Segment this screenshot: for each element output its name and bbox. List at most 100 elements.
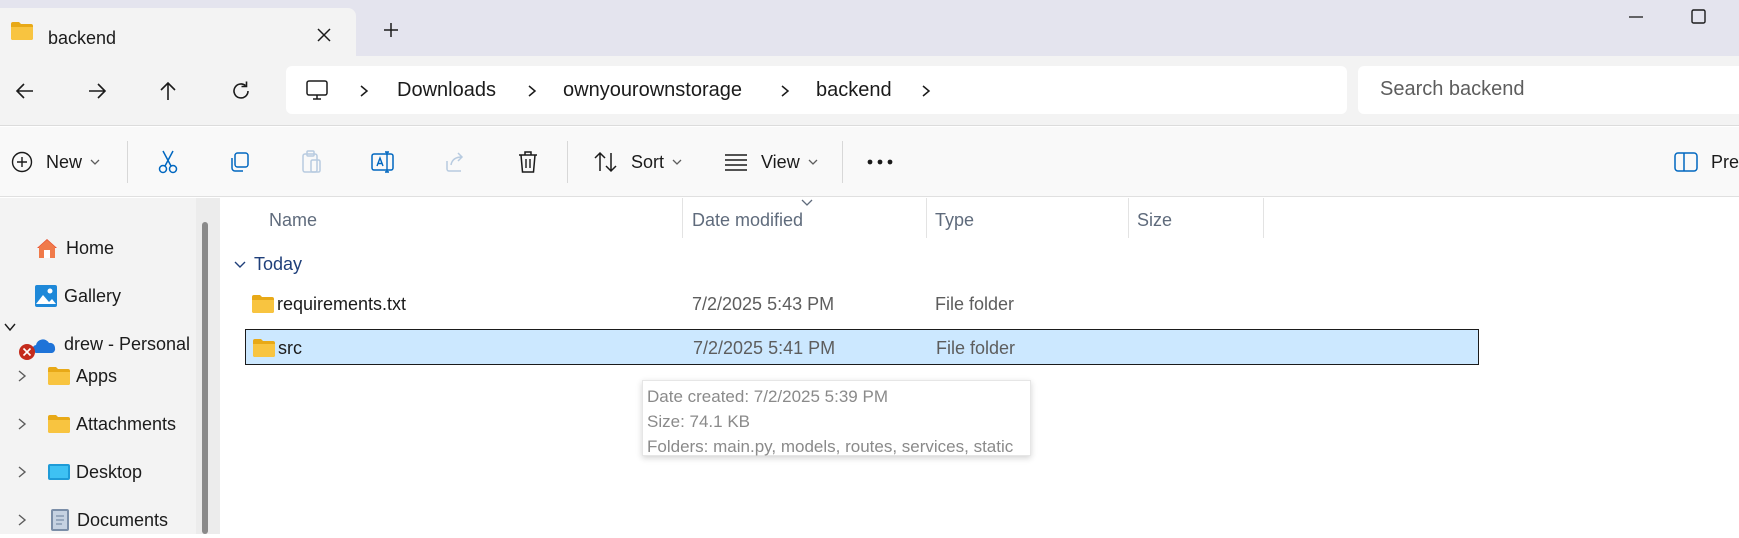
file-list: Name Date modified Type Size Today requi… xyxy=(220,198,1739,534)
sidebar-scrollbar-thumb[interactable] xyxy=(202,222,208,534)
column-divider[interactable] xyxy=(1263,198,1264,238)
view-button[interactable]: View xyxy=(723,147,818,177)
rename-button[interactable] xyxy=(370,147,396,177)
more-options-icon xyxy=(866,158,894,166)
chevron-right-icon[interactable] xyxy=(779,84,791,98)
column-divider[interactable] xyxy=(682,198,683,238)
share-button[interactable] xyxy=(443,147,467,177)
sidebar-item-gallery[interactable]: Gallery xyxy=(34,278,121,314)
minimize-icon[interactable] xyxy=(1622,8,1650,36)
this-pc-icon[interactable] xyxy=(305,78,329,102)
folder-icon xyxy=(252,337,276,359)
paste-button[interactable] xyxy=(299,147,323,177)
list-view-icon xyxy=(723,150,749,174)
column-header-type[interactable]: Type xyxy=(935,210,974,231)
sidebar-item-label: Apps xyxy=(76,365,118,386)
new-button[interactable]: New xyxy=(10,147,100,177)
sidebar-item-label: drew - Personal xyxy=(64,333,191,354)
breadcrumb-downloads[interactable]: Downloads xyxy=(397,79,496,102)
sidebar-item-desktop[interactable]: Desktop xyxy=(47,454,142,490)
gallery-icon xyxy=(34,284,58,308)
column-header-name[interactable]: Name xyxy=(269,210,317,231)
file-name: src xyxy=(278,338,302,358)
address-row: Downloads ownyourownstorage backend xyxy=(0,56,1739,126)
new-tab-icon[interactable] xyxy=(381,20,401,40)
documents-folder-icon xyxy=(49,508,71,532)
sidebar-item-label: Attachments xyxy=(76,413,177,434)
toolbar-separator xyxy=(127,141,128,183)
sidebar-item-apps[interactable]: Apps xyxy=(47,358,117,394)
chevron-right-icon[interactable] xyxy=(358,84,370,98)
toolbar-separator xyxy=(567,141,568,183)
chevron-right-icon[interactable] xyxy=(15,417,29,431)
chevron-right-icon[interactable] xyxy=(15,369,29,383)
copy-button[interactable] xyxy=(227,147,251,177)
group-header-today[interactable]: Today xyxy=(234,254,302,275)
up-arrow-icon[interactable] xyxy=(154,77,182,105)
column-header-size[interactable]: Size xyxy=(1137,210,1172,231)
sync-error-icon xyxy=(18,343,36,361)
sidebar-item-label: Documents xyxy=(77,509,169,530)
search-input[interactable] xyxy=(1380,78,1680,101)
table-row-selected[interactable]: src 7/2/2025 5:41 PM File folder xyxy=(245,329,1479,365)
file-date-modified: 7/2/2025 5:43 PM xyxy=(692,294,835,314)
sidebar-item-attachments[interactable]: Attachments xyxy=(47,406,176,442)
toolbar-separator xyxy=(842,141,843,183)
sidebar-item-home[interactable]: Home xyxy=(34,230,114,266)
file-type: File folder xyxy=(936,338,1016,358)
rename-icon xyxy=(370,150,396,174)
forward-arrow-icon[interactable] xyxy=(83,77,111,105)
tooltip-date-created: Date created: 7/2/2025 5:39 PM xyxy=(647,387,888,406)
folder-icon xyxy=(47,365,71,387)
sort-label: Sort xyxy=(631,151,665,172)
preview-pane-button[interactable]: Prev xyxy=(1673,147,1739,177)
breadcrumb-ownyourownstorage[interactable]: ownyourownstorage xyxy=(563,79,742,102)
table-row[interactable]: requirements.txt 7/2/2025 5:43 PM File f… xyxy=(245,286,1479,322)
chevron-down-icon[interactable] xyxy=(3,320,17,334)
file-name: requirements.txt xyxy=(277,294,407,314)
folder-icon xyxy=(47,413,71,435)
chevron-right-icon[interactable] xyxy=(526,84,538,98)
sidebar-item-label: Gallery xyxy=(64,285,122,306)
sidebar-scrollbar[interactable] xyxy=(196,198,220,534)
chevron-right-icon[interactable] xyxy=(15,513,29,527)
plus-circle-icon xyxy=(10,150,34,174)
sidebar-item-documents[interactable]: Documents xyxy=(49,502,168,538)
column-divider[interactable] xyxy=(1128,198,1129,238)
column-divider[interactable] xyxy=(926,198,927,238)
close-tab-icon[interactable] xyxy=(315,26,333,44)
maximize-icon[interactable] xyxy=(1684,6,1712,34)
chevron-down-icon xyxy=(808,158,818,166)
view-label: View xyxy=(761,151,800,172)
navigation-pane: Home Gallery drew - Personal Apps Attach… xyxy=(0,198,218,534)
folder-icon xyxy=(251,293,275,315)
sidebar-item-label: Desktop xyxy=(76,461,143,482)
chevron-right-icon[interactable] xyxy=(15,465,29,479)
preview-label: Prev xyxy=(1711,151,1739,172)
cut-button[interactable] xyxy=(156,147,180,177)
back-arrow-icon[interactable] xyxy=(11,77,39,105)
preview-pane-icon xyxy=(1673,151,1699,173)
home-icon xyxy=(34,236,60,260)
command-bar: New Sort View Pre xyxy=(0,127,1739,197)
file-type: File folder xyxy=(935,294,1015,314)
sidebar-item-label: Home xyxy=(66,237,115,258)
trash-icon xyxy=(516,149,540,175)
refresh-icon[interactable] xyxy=(227,77,255,105)
sort-button[interactable]: Sort xyxy=(593,147,682,177)
breadcrumb-backend[interactable]: backend xyxy=(816,79,892,102)
sort-arrows-icon xyxy=(593,150,619,174)
info-tooltip: Date created: 7/2/2025 5:39 PM Size: 74.… xyxy=(642,380,1031,456)
breadcrumb[interactable]: Downloads ownyourownstorage backend xyxy=(286,66,1347,114)
chevron-down-icon xyxy=(90,158,100,166)
onedrive-cloud-icon xyxy=(18,329,58,361)
clipboard-paste-icon xyxy=(299,149,323,175)
search-box[interactable] xyxy=(1358,66,1739,114)
chevron-right-icon[interactable] xyxy=(920,84,932,98)
desktop-folder-icon xyxy=(47,461,71,483)
sidebar-item-onedrive[interactable]: drew - Personal xyxy=(18,326,190,362)
delete-button[interactable] xyxy=(516,147,540,177)
see-more-button[interactable] xyxy=(866,147,894,177)
tab-backend[interactable]: backend xyxy=(0,8,356,56)
column-header-date-modified[interactable]: Date modified xyxy=(692,210,803,231)
